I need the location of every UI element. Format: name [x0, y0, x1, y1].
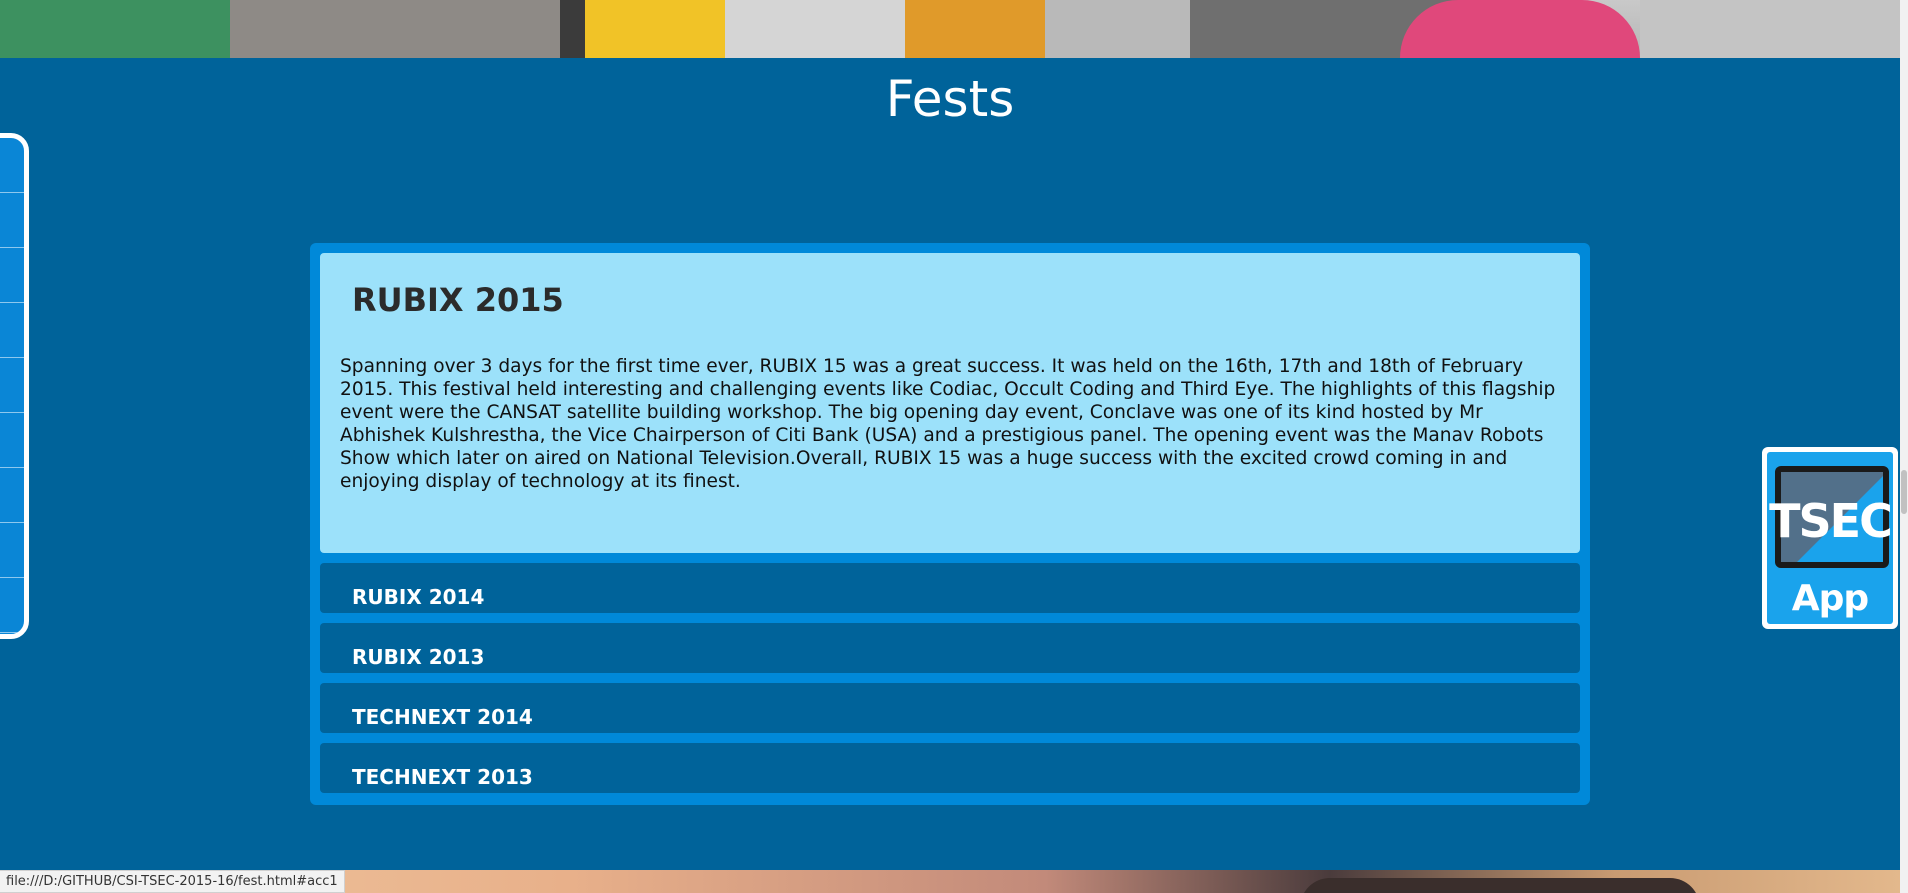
side-nav-item[interactable]	[0, 193, 24, 248]
side-nav-item[interactable]	[0, 413, 24, 468]
vertical-scrollbar[interactable]	[1900, 0, 1908, 893]
side-nav-item[interactable]	[0, 578, 24, 633]
header-banner-image	[0, 0, 1900, 58]
status-bar-url: file:///D:/GITHUB/CSI-TSEC-2015-16/fest.…	[0, 870, 345, 893]
side-nav-item[interactable]	[0, 358, 24, 413]
accordion-header-technext-2013[interactable]: TECHNEXT 2013	[320, 743, 1580, 793]
scrollbar-thumb[interactable]	[1901, 470, 1907, 514]
panel-title[interactable]: RUBIX 2015	[340, 281, 1562, 339]
app-badge-line1: TSEC	[1769, 494, 1893, 548]
page: Fests RUBIX 2015 Spanning over 3 days fo…	[0, 0, 1908, 893]
accordion-panel-open: RUBIX 2015 Spanning over 3 days for the …	[320, 253, 1580, 553]
side-nav[interactable]	[0, 133, 29, 639]
page-title: Fests	[885, 70, 1015, 128]
tsec-app-icon: TSEC App	[1767, 452, 1893, 624]
fests-accordion: RUBIX 2015 Spanning over 3 days for the …	[310, 243, 1590, 805]
tsec-app-button[interactable]: TSEC App	[1762, 447, 1898, 629]
side-nav-item[interactable]	[0, 138, 24, 193]
panel-body: Spanning over 3 days for the first time …	[340, 356, 1556, 492]
side-nav-item[interactable]	[0, 303, 24, 358]
accordion-header-rubix-2014[interactable]: RUBIX 2014	[320, 563, 1580, 613]
app-badge-line2: App	[1791, 578, 1869, 619]
side-nav-item[interactable]	[0, 523, 24, 578]
side-nav-item[interactable]	[0, 468, 24, 523]
side-nav-item[interactable]	[0, 248, 24, 303]
accordion-header-technext-2014[interactable]: TECHNEXT 2014	[320, 683, 1580, 733]
accordion-header-rubix-2013[interactable]: RUBIX 2013	[320, 623, 1580, 673]
